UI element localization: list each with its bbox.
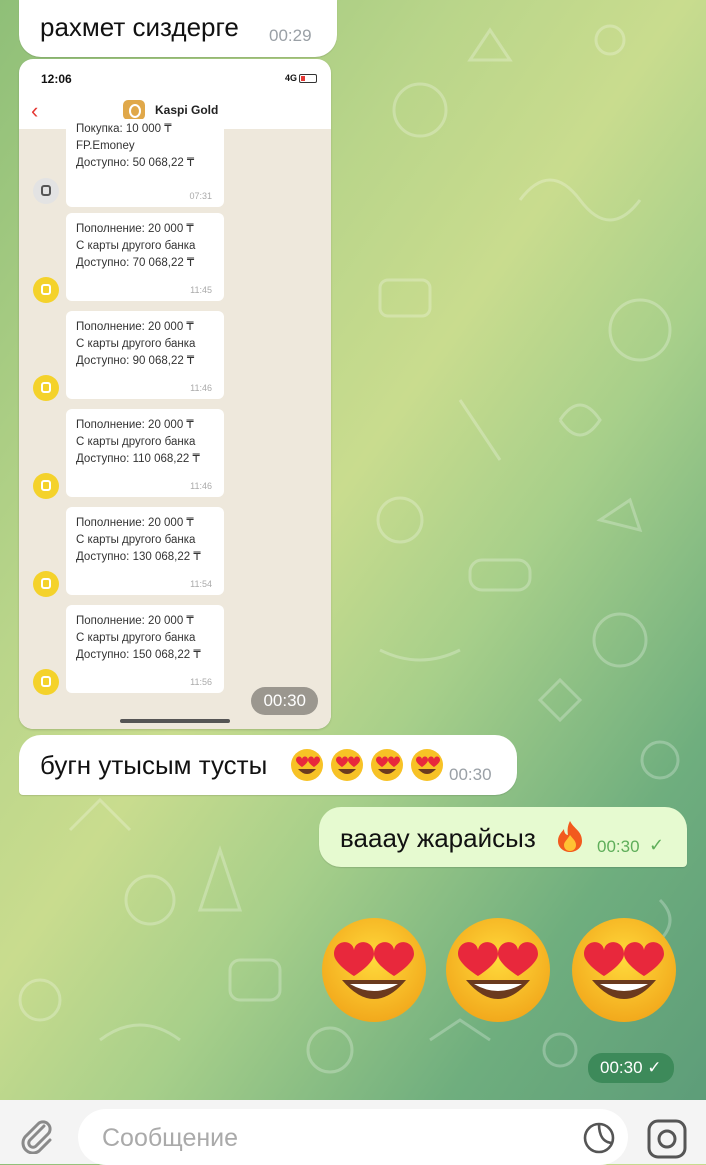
message-input[interactable] [100, 1119, 564, 1157]
card-time: 11:54 [190, 579, 212, 589]
message-time: 00:30 [600, 1058, 643, 1077]
home-indicator [120, 719, 230, 723]
app-title: Kaspi Gold [155, 103, 219, 117]
card-line: Покупка: 10 000 ₸ [76, 123, 172, 135]
heart-eyes-icon [291, 749, 443, 781]
coin-icon [33, 571, 59, 597]
heart-eyes-big-icon [322, 918, 676, 1022]
outgoing-message[interactable]: вааау жарайсыз 00:30 ✓ [319, 807, 687, 867]
battery-icon [299, 74, 317, 83]
card-line: Доступно: 150 068,22 ₸ [76, 649, 201, 661]
card-line: FP.Emoney [76, 140, 135, 152]
transaction-card: Пополнение: 20 000 ₸ С карты другого бан… [66, 507, 224, 595]
message-input-box [78, 1109, 628, 1165]
card-line: Доступно: 110 068,22 ₸ [76, 453, 200, 465]
card-time: 11:56 [190, 677, 212, 687]
card-line: Пополнение: 20 000 ₸ [76, 615, 194, 627]
outgoing-emoji-message[interactable] [320, 910, 690, 1030]
card-line: С карты другого банка [76, 436, 196, 448]
transaction-card: Пополнение: 20 000 ₸ С карты другого бан… [66, 605, 224, 693]
coin-icon [33, 277, 59, 303]
composer-bar [0, 1100, 706, 1165]
back-arrow-icon: ‹ [31, 98, 39, 123]
card-line: С карты другого банка [76, 632, 196, 644]
transaction-card: Пополнение: 20 000 ₸ С карты другого бан… [66, 409, 224, 497]
card-time: 11:46 [190, 481, 212, 491]
incoming-photo-message[interactable]: 12:06 4G ‹ Kaspi Gold Покупка: 10 000 ₸ … [19, 59, 331, 729]
card-line: Доступно: 90 068,22 ₸ [76, 355, 195, 367]
transaction-feed: Покупка: 10 000 ₸ FP.Emoney Доступно: 50… [19, 119, 331, 729]
card-line: Пополнение: 20 000 ₸ [76, 419, 194, 431]
card-time: 11:45 [190, 285, 212, 295]
card-line: С карты другого банка [76, 338, 196, 350]
transaction-card: Покупка: 10 000 ₸ FP.Emoney Доступно: 50… [66, 119, 224, 207]
sticker-icon[interactable] [582, 1121, 616, 1155]
incoming-message[interactable]: рахмет сиздерге 00:29 [19, 0, 337, 57]
transaction-card: Пополнение: 20 000 ₸ С карты другого бан… [66, 213, 224, 301]
incoming-message[interactable]: бугн утысым тусты 00:30 [19, 735, 517, 795]
card-line: С карты другого банка [76, 534, 196, 546]
card-time: 11:46 [190, 383, 212, 393]
message-text-body: бугн утысым тусты [40, 750, 268, 780]
message-time: 00:29 [269, 26, 312, 45]
database-icon [33, 178, 59, 204]
message-text: бугн утысым тусты [40, 750, 267, 781]
message-time: 00:30 [597, 837, 640, 856]
fire-emoji-icon [558, 821, 582, 852]
status-time: 12:06 [41, 72, 72, 86]
network-indicator: 4G [284, 73, 297, 83]
message-time: 00:30 [449, 765, 492, 784]
transaction-card: Пополнение: 20 000 ₸ С карты другого бан… [66, 311, 224, 399]
card-line: С карты другого банка [76, 240, 196, 252]
message-text: рахмет сиздерге [40, 12, 239, 42]
phone-status-bar: 12:06 4G [19, 59, 331, 95]
coin-icon [33, 375, 59, 401]
heart-eyes-emoji-row [289, 747, 449, 788]
coin-icon [33, 473, 59, 499]
kaspi-logo-icon [123, 100, 145, 120]
card-line: Доступно: 70 068,22 ₸ [76, 257, 195, 269]
card-line: Доступно: 50 068,22 ₸ [76, 157, 195, 169]
paperclip-icon[interactable] [16, 1114, 56, 1154]
card-line: Пополнение: 20 000 ₸ [76, 223, 194, 235]
message-text: вааау жарайсыз [340, 823, 536, 853]
coin-icon [33, 669, 59, 695]
message-time-badge: 00:30 ✓ [588, 1053, 674, 1083]
card-line: Пополнение: 20 000 ₸ [76, 321, 194, 333]
check-icon: ✓ [649, 835, 665, 855]
card-line: Пополнение: 20 000 ₸ [76, 517, 194, 529]
card-time: 07:31 [189, 191, 212, 201]
camera-icon[interactable] [645, 1117, 689, 1161]
check-icon: ✓ [647, 1058, 662, 1077]
message-time: 00:30 [251, 687, 318, 715]
card-line: Доступно: 130 068,22 ₸ [76, 551, 201, 563]
